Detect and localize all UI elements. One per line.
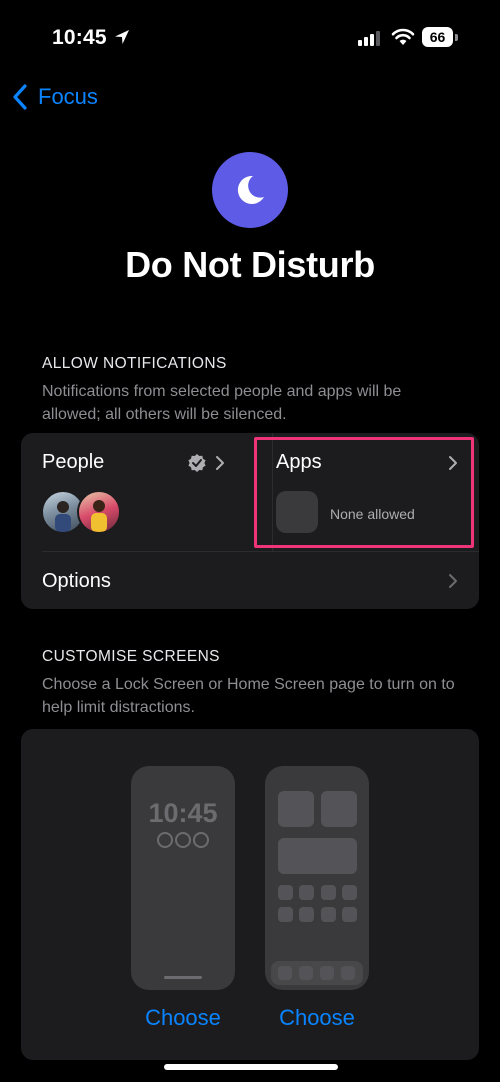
allow-notifications-heading: ALLOW NOTIFICATIONS — [42, 355, 227, 372]
battery-level: 66 — [422, 27, 453, 47]
battery-indicator: 66 — [422, 27, 458, 47]
choose-home-screen-button[interactable]: Choose — [257, 1005, 377, 1031]
battery-tip — [455, 34, 458, 41]
dock-tile — [278, 966, 292, 980]
widget-dot — [175, 832, 191, 848]
dock-tile — [320, 966, 334, 980]
app-tile — [278, 907, 293, 922]
app-tile — [299, 907, 314, 922]
widget-tile — [321, 791, 357, 827]
chevron-right-icon — [216, 456, 224, 470]
widget-dot — [157, 832, 173, 848]
focus-icon-badge — [212, 152, 288, 228]
back-label: Focus — [38, 84, 98, 109]
options-row[interactable]: Options — [21, 552, 479, 609]
dock — [271, 961, 363, 985]
dock-tile — [341, 966, 355, 980]
options-label: Options — [42, 570, 111, 592]
app-tile — [321, 885, 336, 900]
home-indicator[interactable] — [164, 1064, 338, 1070]
customise-screens-description: Choose a Lock Screen or Home Screen page… — [42, 676, 455, 716]
lock-preview-time: 10:45 — [148, 798, 218, 828]
people-cell[interactable]: People — [21, 433, 251, 551]
people-label: People — [42, 451, 105, 473]
app-tile — [342, 907, 357, 922]
location-arrow-icon — [115, 30, 129, 44]
apps-highlight-box — [254, 437, 474, 548]
person-photo-icon — [91, 500, 107, 532]
chevron-left-icon — [13, 84, 27, 110]
lock-screen-preview[interactable]: 10:45 — [131, 766, 235, 990]
allow-notifications-description: Notifications from selected people and a… — [42, 383, 402, 423]
chevron-right-icon — [449, 574, 457, 588]
app-tile — [321, 907, 336, 922]
dock-tile — [299, 966, 313, 980]
home-screen-preview[interactable] — [265, 766, 369, 990]
app-tile — [278, 885, 293, 900]
moon-icon — [237, 175, 264, 204]
verified-check-icon — [188, 454, 206, 472]
widget-tile — [278, 838, 357, 874]
page-title: Do Not Disturb — [125, 244, 375, 285]
customise-screens-heading: CUSTOMISE SCREENS — [42, 648, 220, 665]
status-time: 10:45 — [52, 26, 107, 49]
cellular-signal-icon — [358, 31, 380, 46]
screen-preview-card: 10:45 Choose Choose — [21, 729, 479, 1060]
app-tile — [342, 885, 357, 900]
back-button[interactable]: Focus — [12, 84, 98, 110]
lock-preview-bar — [164, 976, 202, 979]
app-tile — [299, 885, 314, 900]
widget-dot — [193, 832, 209, 848]
wifi-icon — [391, 28, 415, 45]
avatar — [77, 490, 121, 534]
widget-tile — [278, 791, 314, 827]
choose-lock-screen-button[interactable]: Choose — [123, 1005, 243, 1031]
